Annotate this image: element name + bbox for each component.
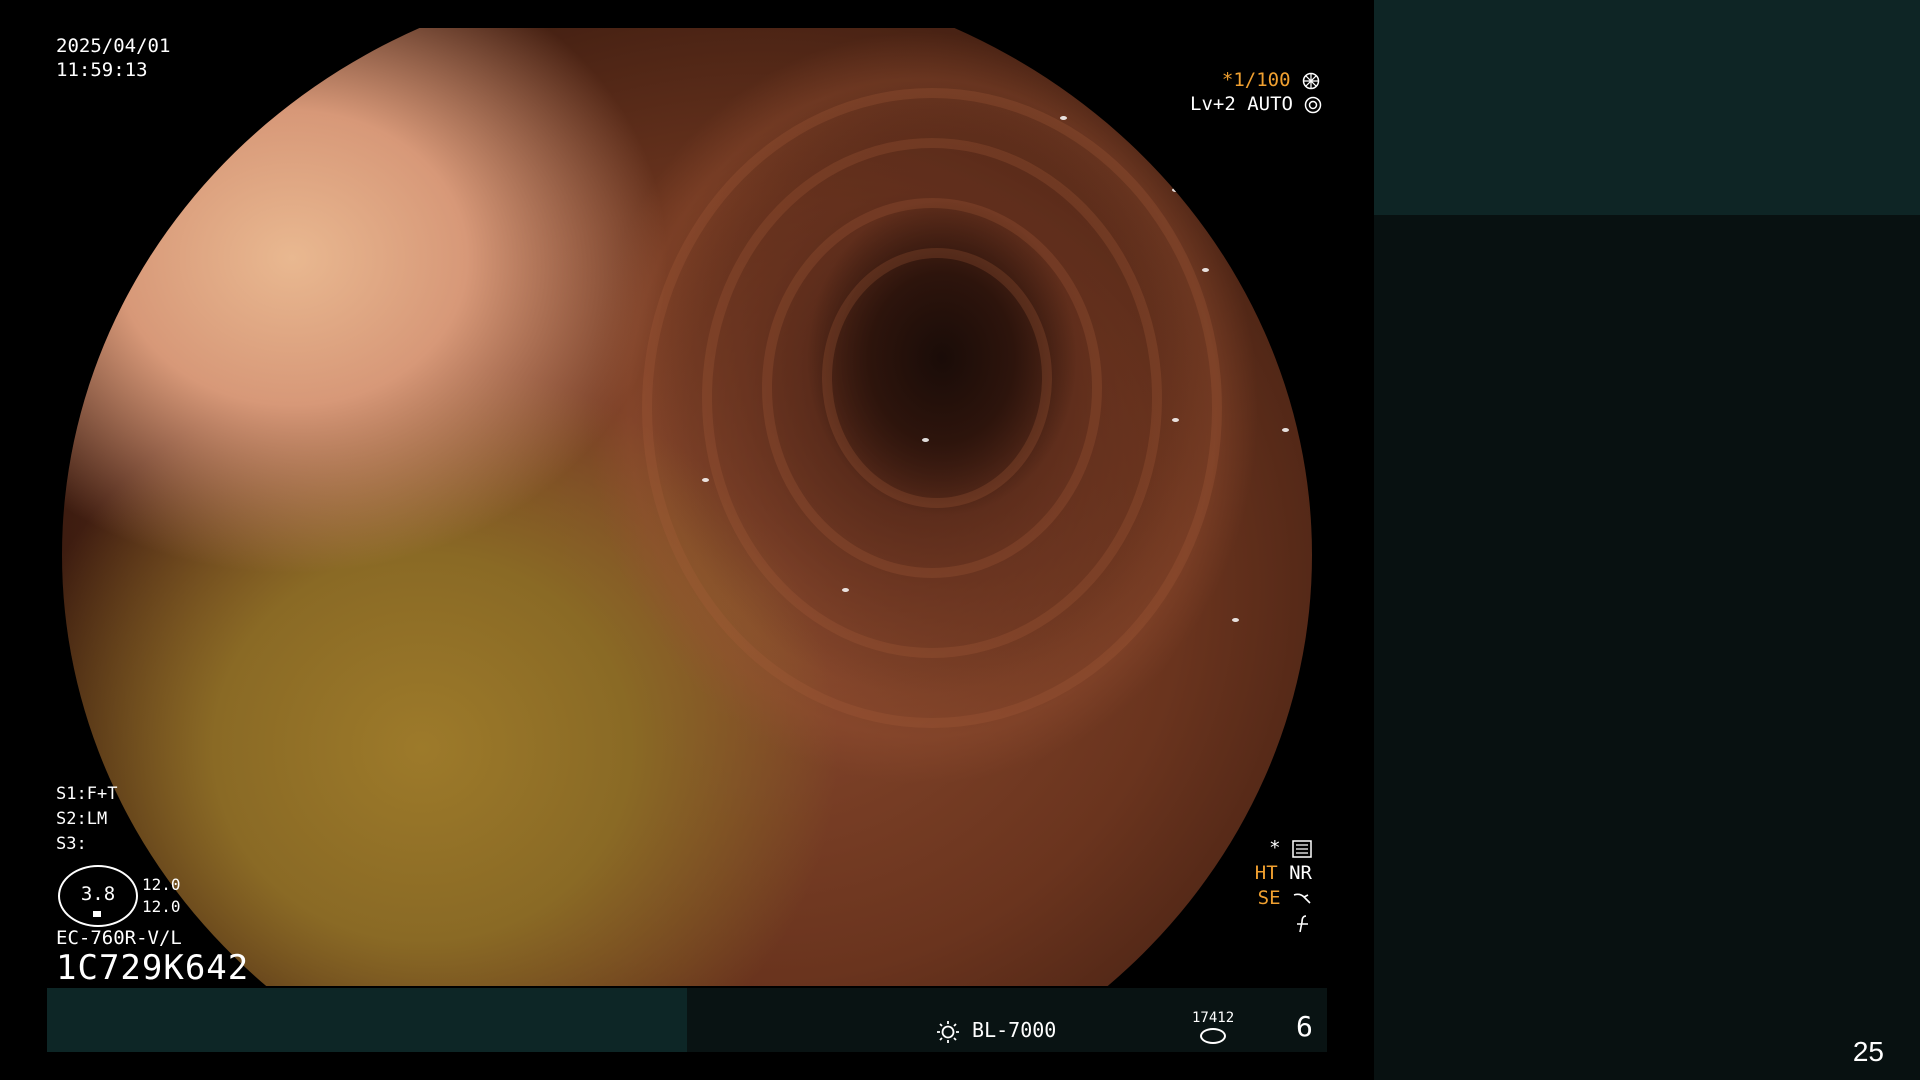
light-source-model: BL-7000: [972, 1018, 1057, 1042]
scope-model: EC-760R-V/L: [56, 927, 182, 949]
shutter-speed: *1/100: [1221, 69, 1291, 91]
light-source-icon: [937, 1020, 959, 1043]
gauge-value: 3.8: [80, 883, 116, 905]
brightness-level: Lv+2: [1190, 93, 1236, 115]
s3-label: S3:: [56, 834, 87, 854]
scope-switch-settings: S1:F+T S2:LM S3:: [56, 782, 117, 857]
page-number: 25: [1852, 1036, 1884, 1067]
enhance-icon: [1293, 893, 1311, 904]
endoscope-frame: 2025/04/01 11:59:13 *1/100 Lv+2 AUTO S1:…: [0, 0, 1374, 1080]
iris-mode: AUTO: [1247, 93, 1293, 115]
counter-value: 17412: [1192, 1010, 1235, 1026]
usage-counter: 17412: [1192, 1010, 1234, 1044]
s2-value: LM: [86, 809, 108, 829]
time-readout: 11:59:13: [56, 59, 148, 81]
shutter-icon: [1302, 72, 1320, 89]
settings-star: *: [1269, 837, 1281, 859]
se-indicator: SE: [1257, 887, 1281, 909]
gauge-set-top: 12.0: [142, 875, 181, 894]
gauge-marker: [93, 911, 101, 917]
exposure-status: *1/100 Lv+2 AUTO: [1190, 68, 1322, 116]
gauge-set-bottom: 12.0: [142, 897, 181, 916]
timestamp: 2025/04/01 11:59:13: [56, 34, 170, 82]
date-readout: 2025/04/01: [56, 35, 171, 57]
settings-icon: [1292, 839, 1312, 858]
gauge-settings: 12.0 12.0: [142, 874, 181, 918]
s1-value: F+T: [86, 784, 118, 804]
ht-indicator: HT: [1254, 862, 1278, 884]
side-panel-bottom: 25: [1374, 215, 1920, 1080]
image-count: 6: [1296, 1010, 1313, 1043]
iris-icon: [1305, 96, 1322, 113]
s2-label: S2:: [56, 809, 87, 829]
freeze-icon: [1297, 914, 1308, 932]
light-source: BL-7000: [936, 1018, 1056, 1044]
s1-label: S1:: [56, 784, 87, 804]
endoscopic-image: [62, 28, 1312, 986]
disk-icon: [1200, 1028, 1227, 1044]
insertion-gauge: 3.8: [58, 865, 138, 927]
processing-status: * HT NR SE: [1220, 836, 1312, 936]
status-bar-teal: [47, 988, 687, 1052]
scope-serial: 1C729K642: [56, 948, 250, 988]
side-panel-top: [1374, 0, 1920, 215]
nr-indicator: NR: [1289, 862, 1312, 884]
